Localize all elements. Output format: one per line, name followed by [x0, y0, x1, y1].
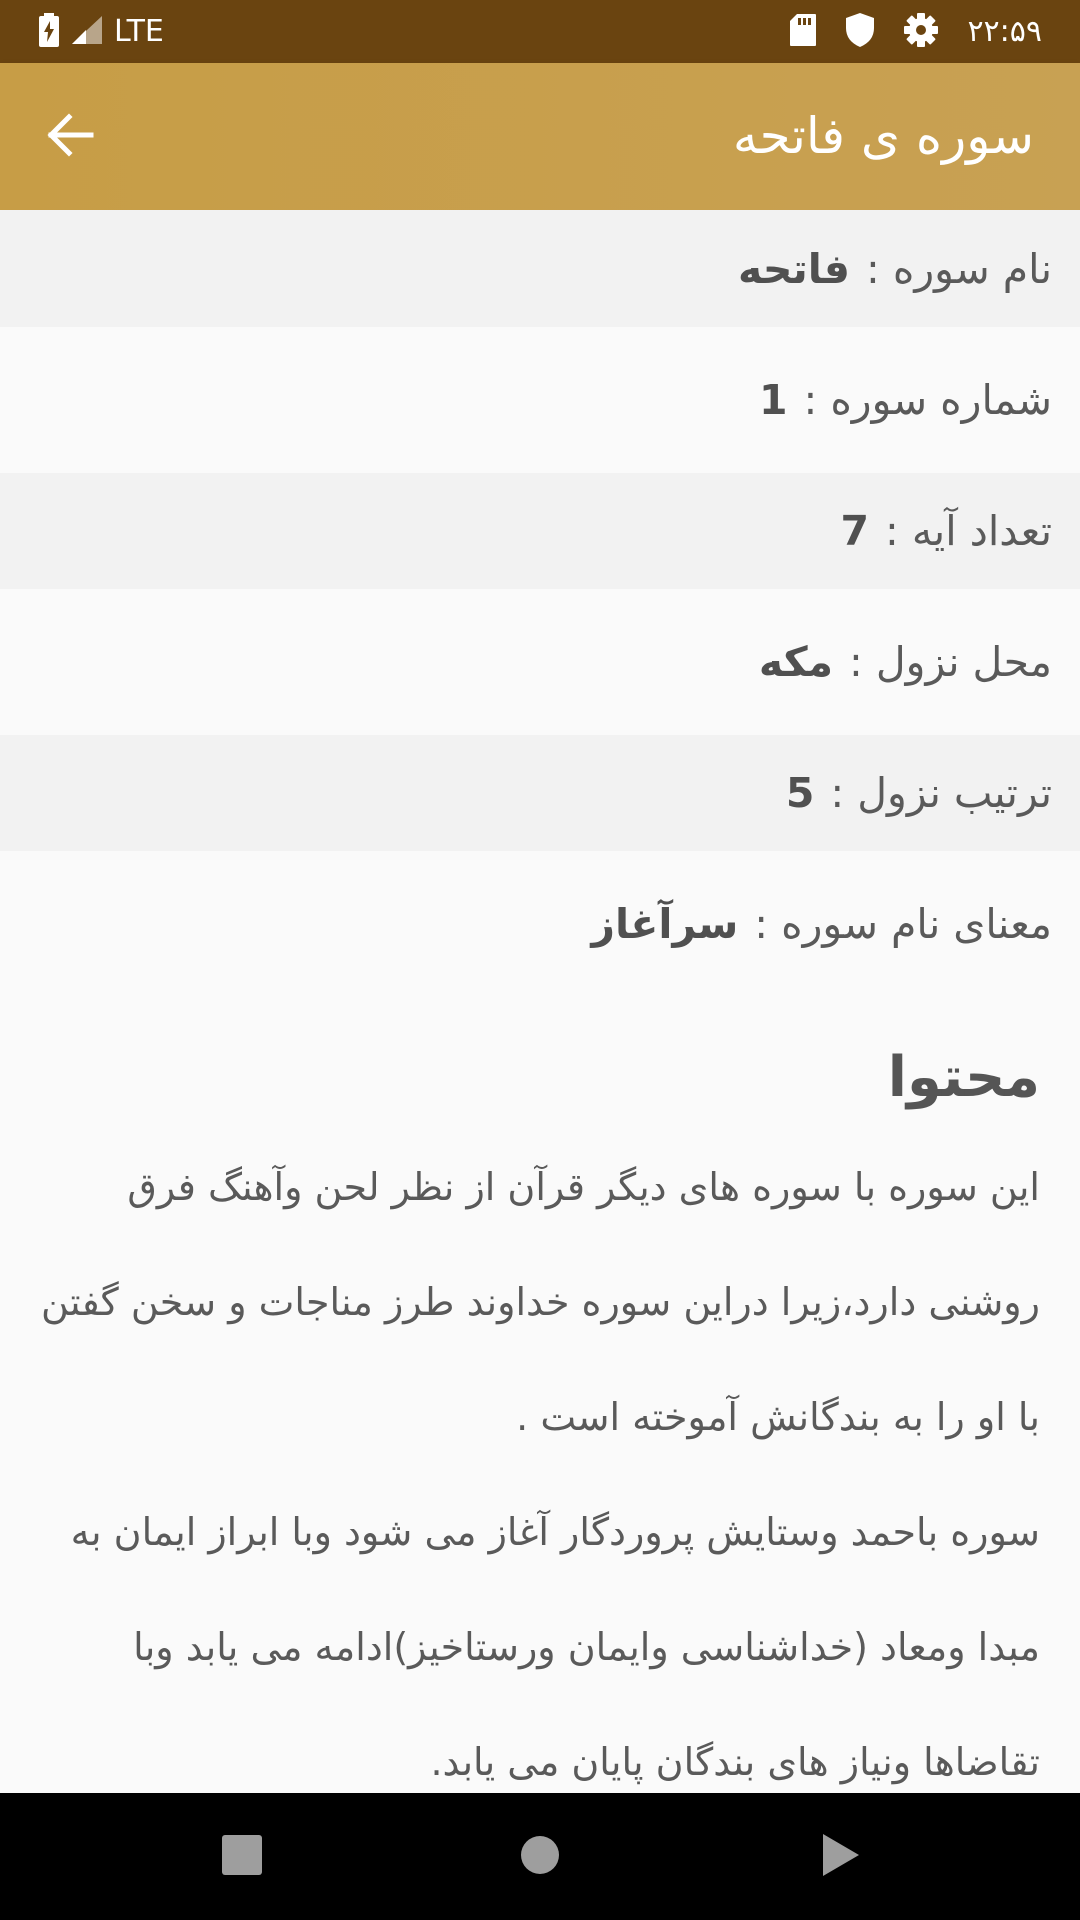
info-value-order: 5: [785, 769, 815, 817]
content-paragraph-1: این سوره با سوره های دیگر قرآن از نظر لح…: [41, 1165, 1040, 1439]
info-value-meaning: سرآغاز: [591, 900, 739, 948]
info-row-order: ترتیب نزول : 5: [0, 735, 1080, 851]
info-label-meaning: معنای نام سوره :: [754, 900, 1052, 948]
info-row-name: نام سوره : فاتحه: [0, 210, 1080, 327]
info-row-meaning: معنای نام سوره : سرآغاز: [0, 851, 1080, 997]
info-row-place: محل نزول : مکه: [0, 589, 1080, 735]
status-left: LTE: [38, 0, 164, 63]
info-label-verses: تعداد آیه :: [884, 507, 1052, 555]
recents-button[interactable]: [182, 1793, 302, 1920]
info-value-verses: 7: [840, 507, 869, 555]
info-value-place: مکه: [758, 638, 834, 686]
status-right: ۲۲:۵۹: [789, 0, 1042, 63]
back-button[interactable]: [36, 105, 106, 169]
app-bar: سوره ی فاتحه: [0, 63, 1080, 210]
info-value-name: فاتحه: [737, 244, 851, 293]
info-label-place: محل نزول :: [849, 638, 1052, 686]
section-title-content: محتوا: [887, 1045, 1040, 1110]
arrow-back-icon: [47, 113, 95, 161]
battery-charging-icon: [38, 12, 60, 51]
clock: ۲۲:۵۹: [967, 14, 1042, 49]
home-button[interactable]: [480, 1793, 600, 1920]
sd-card-icon: [789, 13, 817, 51]
info-row-verses: تعداد آیه : 7: [0, 473, 1080, 589]
info-label-order: ترتیب نزول :: [830, 769, 1052, 817]
content-area[interactable]: نام سوره : فاتحه شماره سوره : 1 تعداد آی…: [0, 210, 1080, 1793]
triangle-back-icon: [821, 1832, 861, 1882]
signal-icon: [70, 14, 104, 50]
navigation-bar: [0, 1793, 1080, 1920]
nav-back-button[interactable]: [781, 1793, 901, 1920]
square-icon: [221, 1834, 263, 1880]
gear-icon: [903, 12, 939, 52]
info-label-number: شماره سوره :: [803, 376, 1052, 424]
info-value-number: 1: [758, 376, 788, 424]
shield-icon: [845, 12, 875, 52]
content-paragraph-2: سوره باحمد وستایش پروردگار آغاز می شود و…: [70, 1510, 1040, 1784]
info-label-name: نام سوره :: [866, 244, 1052, 293]
info-row-number: شماره سوره : 1: [0, 327, 1080, 473]
network-type: LTE: [114, 14, 164, 49]
circle-icon: [520, 1835, 560, 1879]
status-bar: LTE ۲۲:۵۹: [0, 0, 1080, 63]
page-title: سوره ی فاتحه: [732, 107, 1034, 165]
